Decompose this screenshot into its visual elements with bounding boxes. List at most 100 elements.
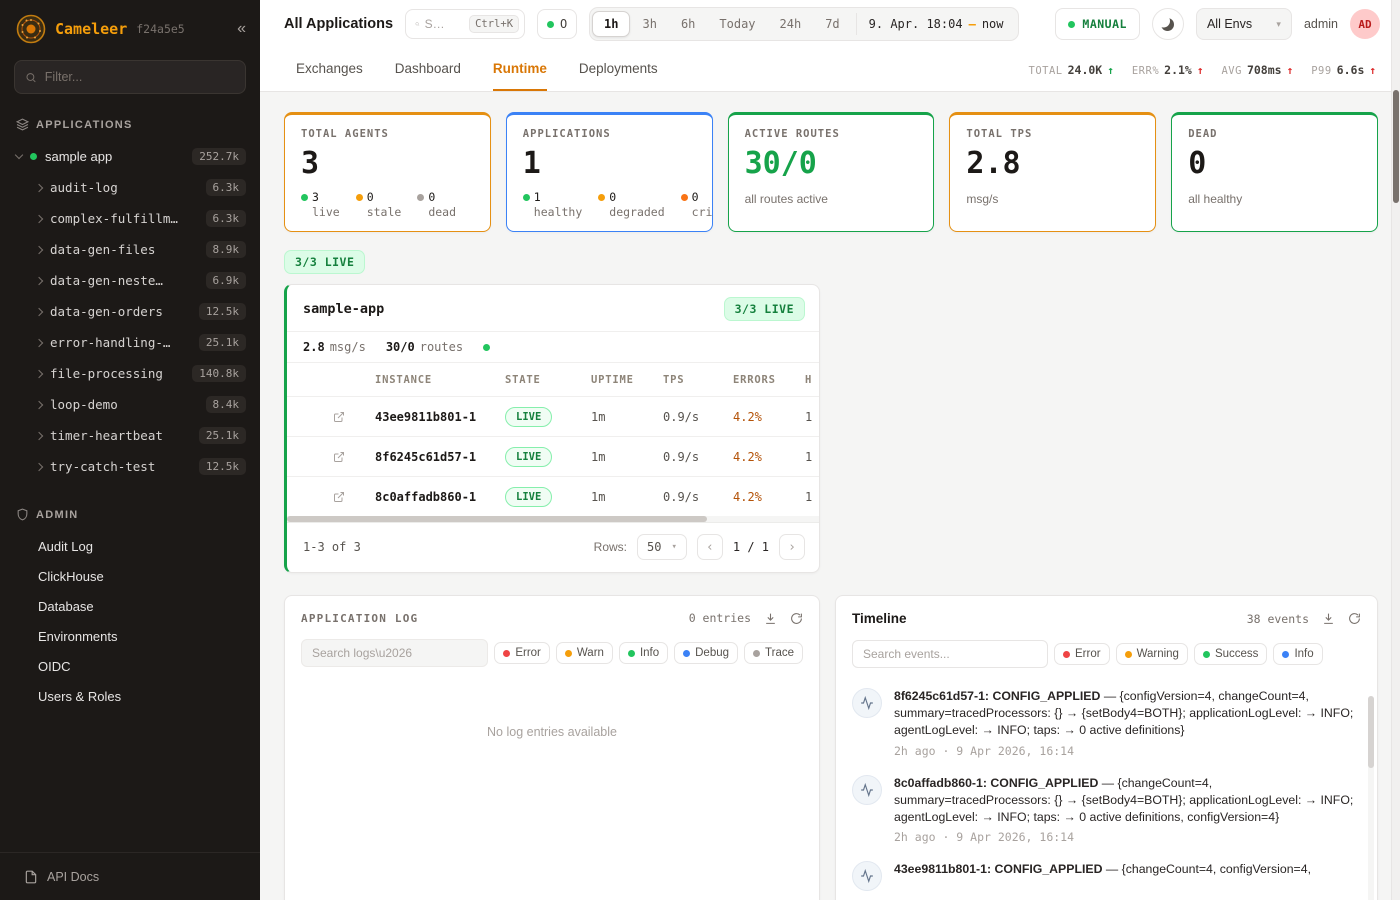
prev-page-button[interactable]: ‹: [697, 534, 723, 560]
date-range-display[interactable]: 9. Apr. 18:04 – now: [856, 13, 1016, 35]
timeline-event[interactable]: 8c0affadb860-1: CONFIG_APPLIED — {change…: [852, 775, 1357, 845]
sidebar-item-file-processing[interactable]: file-processing 140.8k: [0, 358, 260, 389]
global-search-input[interactable]: [425, 17, 465, 31]
admin-section-header: ADMIN: [16, 508, 244, 521]
status-dot-amber: [356, 194, 363, 201]
table-row[interactable]: 8f6245c61d57-1 LIVE 1m 0.9/s 4.2% 1: [287, 436, 819, 476]
status-dot-orange: [681, 194, 688, 201]
user-name: admin: [1304, 17, 1338, 31]
stat-avg-latency: AVG 708ms ↑: [1221, 63, 1293, 77]
log-filter-debug[interactable]: Debug: [674, 642, 738, 664]
log-search-input[interactable]: [312, 646, 477, 660]
metric-stale: 0 stale: [356, 190, 402, 219]
log-filter-error[interactable]: Error: [494, 642, 550, 664]
download-icon[interactable]: [764, 612, 777, 625]
avatar[interactable]: AD: [1350, 9, 1380, 39]
table-row[interactable]: 43ee9811b801-1 LIVE 1m 0.9/s 4.2% 1: [287, 396, 819, 436]
sidebar-scroll: APPLICATIONS sample app 252.7k audit-log…: [0, 96, 260, 852]
sidebar-item-data-gen-files[interactable]: data-gen-files 8.9k: [0, 234, 260, 265]
sidebar-item-audit-log[interactable]: audit-log 6.3k: [0, 172, 260, 203]
search-icon: [25, 71, 37, 84]
sidebar-item-environments[interactable]: Environments: [0, 621, 260, 651]
page-scrollbar[interactable]: [1391, 0, 1400, 900]
live-summary-chip[interactable]: 3/3 LIVE: [284, 250, 365, 274]
card-total-agents: TOTAL AGENTS 3 3 live 0 stale 0: [284, 112, 491, 232]
count-badge: 6.3k: [206, 210, 247, 227]
timeline-event[interactable]: 8f6245c61d57-1: CONFIG_APPLIED — {config…: [852, 688, 1357, 758]
timeline-filter-success[interactable]: Success: [1194, 643, 1267, 665]
scrollbar-thumb[interactable]: [1368, 696, 1374, 768]
sidebar-item-users-roles[interactable]: Users & Roles: [0, 681, 260, 711]
chevron-right-icon: [35, 276, 43, 284]
tab-deployments[interactable]: Deployments: [579, 48, 658, 91]
status-dot-green: [30, 153, 37, 160]
time-range-today[interactable]: Today: [707, 11, 767, 37]
timeline-event[interactable]: 43ee9811b801-1: CONFIG_APPLIED — {change…: [852, 861, 1357, 891]
status-dot-blue: [1282, 651, 1289, 658]
sidebar-collapse-button[interactable]: «: [237, 21, 246, 37]
time-range-3h[interactable]: 3h: [630, 11, 668, 37]
timeline-filter-error[interactable]: Error: [1054, 643, 1110, 665]
timeline-search[interactable]: [852, 640, 1048, 668]
env-select[interactable]: All Envs ▾: [1196, 8, 1292, 40]
timeline-search-input[interactable]: [863, 647, 1037, 661]
sidebar-item-data-gen-nested[interactable]: data-gen-neste… 6.9k: [0, 265, 260, 296]
external-link-icon[interactable]: [333, 411, 375, 423]
refresh-icon[interactable]: [1348, 612, 1361, 625]
sidebar-item-audit-log-admin[interactable]: Audit Log: [0, 531, 260, 561]
tab-dashboard[interactable]: Dashboard: [395, 48, 461, 91]
pulse-dot-green: [483, 344, 490, 351]
chevron-right-icon: [35, 245, 43, 253]
time-range-6h[interactable]: 6h: [669, 11, 707, 37]
log-search[interactable]: [301, 639, 488, 667]
log-filter-warn[interactable]: Warn: [556, 642, 613, 664]
sidebar-item-clickhouse[interactable]: ClickHouse: [0, 561, 260, 591]
download-icon[interactable]: [1322, 612, 1335, 625]
refresh-icon[interactable]: [790, 612, 803, 625]
timeline-scrollbar[interactable]: [1368, 696, 1374, 900]
log-filter-trace[interactable]: Trace: [744, 642, 803, 664]
sidebar-item-error-handling[interactable]: error-handling-… 25.1k: [0, 327, 260, 358]
sidebar-item-oidc[interactable]: OIDC: [0, 651, 260, 681]
stat-total: TOTAL 24.0K ↑: [1029, 63, 1114, 77]
time-range-7d[interactable]: 7d: [813, 11, 851, 37]
timeline-filter-info[interactable]: Info: [1273, 643, 1322, 665]
timeline-filter-warning[interactable]: Warning: [1116, 643, 1188, 665]
live-state-badge: LIVE: [505, 407, 552, 427]
sidebar-item-timer-heartbeat[interactable]: timer-heartbeat 25.1k: [0, 420, 260, 451]
overview-cards: TOTAL AGENTS 3 3 live 0 stale 0: [284, 112, 1378, 232]
sidebar-item-complex-fulfillment[interactable]: complex-fulfillm… 6.3k: [0, 203, 260, 234]
sidebar-item-try-catch-test[interactable]: try-catch-test 12.5k: [0, 451, 260, 482]
sidebar-item-database[interactable]: Database: [0, 591, 260, 621]
rows-per-page-select[interactable]: 50 ▾: [637, 534, 687, 560]
status-dot-amber: [598, 194, 605, 201]
sidebar: Cameleer f24a5e5 « APPLICATIONS sample a…: [0, 0, 260, 900]
online-status-chip[interactable]: O: [537, 9, 577, 39]
next-page-button[interactable]: ›: [779, 534, 805, 560]
chevron-right-icon: [35, 183, 43, 191]
dark-mode-toggle[interactable]: [1152, 8, 1184, 40]
timeline-title: Timeline: [852, 611, 907, 626]
count-badge: 140.8k: [192, 365, 246, 382]
status-dot-green: [628, 650, 635, 657]
api-docs-link[interactable]: API Docs: [0, 852, 260, 900]
external-link-icon[interactable]: [333, 451, 375, 463]
time-range-24h[interactable]: 24h: [768, 11, 814, 37]
stat-error-rate: ERR% 2.1% ↑: [1132, 63, 1204, 77]
time-range-1h[interactable]: 1h: [592, 11, 630, 37]
tab-exchanges[interactable]: Exchanges: [296, 48, 363, 91]
global-search[interactable]: Ctrl+K: [405, 9, 525, 39]
sidebar-item-data-gen-orders[interactable]: data-gen-orders 12.5k: [0, 296, 260, 327]
external-link-icon[interactable]: [333, 491, 375, 503]
table-row[interactable]: 8c0affadb860-1 LIVE 1m 0.9/s 4.2% 1: [287, 476, 819, 516]
scrollbar-thumb[interactable]: [1393, 90, 1399, 203]
filter-input[interactable]: [45, 70, 235, 84]
application-name[interactable]: sample-app: [303, 301, 384, 317]
log-filter-info[interactable]: Info: [619, 642, 668, 664]
tab-runtime[interactable]: Runtime: [493, 48, 547, 91]
status-dot-green: [1068, 21, 1075, 28]
sidebar-item-sample-app[interactable]: sample app 252.7k: [0, 141, 260, 172]
manual-mode-button[interactable]: MANUAL: [1055, 8, 1140, 40]
sidebar-item-loop-demo[interactable]: loop-demo 8.4k: [0, 389, 260, 420]
sidebar-filter[interactable]: [14, 60, 246, 94]
